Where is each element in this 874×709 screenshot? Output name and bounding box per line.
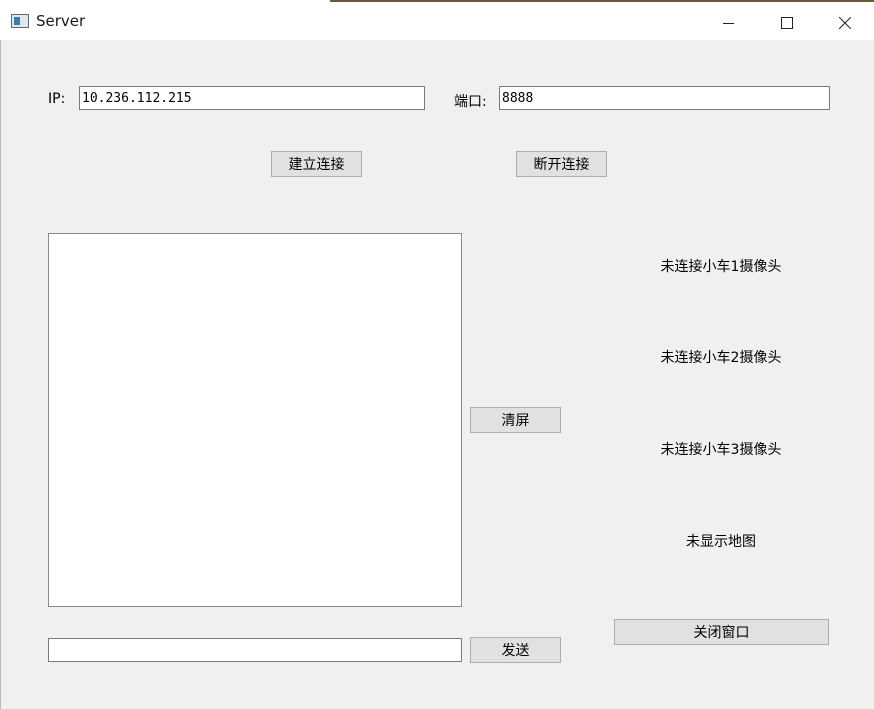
- disconnect-button[interactable]: 断开连接: [516, 151, 607, 177]
- camera1-status: 未连接小车1摄像头: [660, 259, 782, 275]
- app-window-icon: [11, 14, 29, 28]
- window-border: [0, 40, 1, 709]
- camera2-status: 未连接小车2摄像头: [660, 350, 782, 366]
- window-title: Server: [36, 12, 86, 30]
- port-label: 端口:: [454, 94, 487, 110]
- close-button[interactable]: [822, 4, 868, 42]
- map-status: 未显示地图: [686, 534, 756, 550]
- send-message-input[interactable]: [48, 638, 462, 662]
- maximize-icon: [781, 17, 793, 29]
- maximize-button[interactable]: [764, 4, 810, 42]
- camera3-status: 未连接小车3摄像头: [660, 442, 782, 458]
- title-bar[interactable]: Server: [0, 2, 874, 40]
- port-input[interactable]: [499, 86, 830, 110]
- ip-input[interactable]: [79, 86, 425, 110]
- close-window-button[interactable]: 关闭窗口: [614, 619, 829, 645]
- send-button[interactable]: 发送: [470, 637, 561, 663]
- connect-button[interactable]: 建立连接: [271, 151, 362, 177]
- minimize-icon: [723, 23, 734, 24]
- clear-screen-button[interactable]: 清屏: [470, 407, 561, 433]
- minimize-button[interactable]: [706, 4, 752, 42]
- message-log[interactable]: [48, 233, 462, 607]
- ip-label: IP:: [48, 91, 66, 107]
- close-icon: [839, 17, 851, 29]
